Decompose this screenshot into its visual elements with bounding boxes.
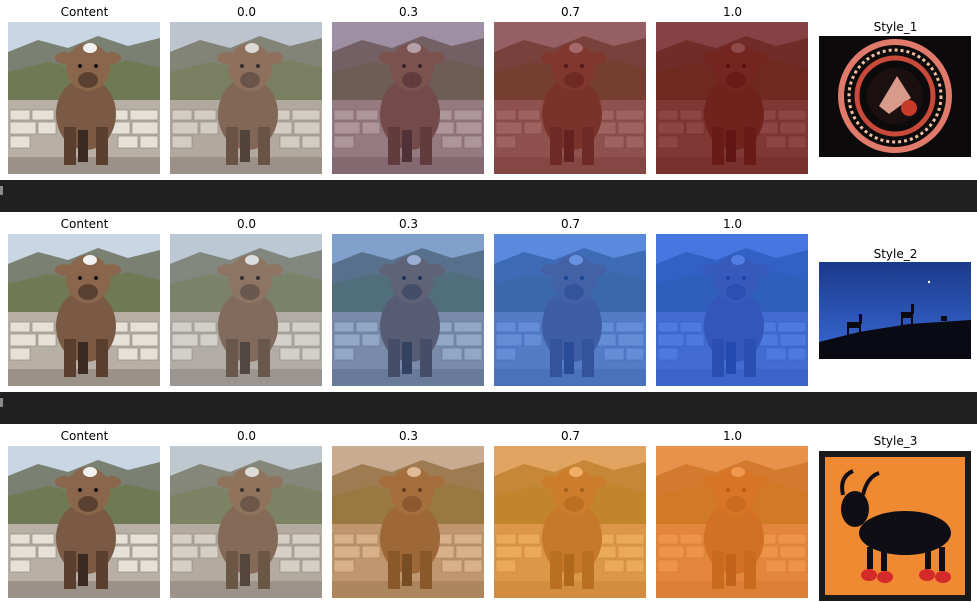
weight-label: 0.3 <box>398 429 419 443</box>
stylized-output-image <box>494 234 646 386</box>
deer-silhouette-night-icon <box>819 262 971 359</box>
content-label: Content <box>60 5 109 19</box>
content-label: Content <box>60 217 109 231</box>
weight-label: 0.7 <box>560 5 581 19</box>
stylized-output-image <box>494 446 646 598</box>
style-label: Style_1 <box>873 20 918 34</box>
style-label: Style_3 <box>873 434 918 448</box>
row-separator <box>0 180 977 212</box>
weight-label: 0.7 <box>560 217 581 231</box>
style-transfer-row-2: Content 0.0 0.3 0.7 1.0 Style_2 <box>0 212 977 392</box>
stylized-output-image <box>170 234 322 386</box>
style-transfer-row-3: Content 0.0 0.3 0.7 1.0 Style_3 <box>0 424 977 602</box>
stylized-output-image <box>656 22 808 174</box>
content-image <box>8 446 160 598</box>
stylized-output-image <box>170 446 322 598</box>
stylized-output-image <box>332 234 484 386</box>
weight-label: 0.3 <box>398 217 419 231</box>
style-transfer-row-1: Content 0.0 0.3 0.7 1.0 Style_1 <box>0 0 977 180</box>
weight-label: 0.0 <box>236 217 257 231</box>
content-image <box>8 22 160 174</box>
weight-label: 0.3 <box>398 5 419 19</box>
separator-tick <box>0 398 3 407</box>
weight-label: 1.0 <box>722 5 743 19</box>
mandala-painting-icon <box>819 36 971 157</box>
weight-label: 1.0 <box>722 217 743 231</box>
stylized-output-image <box>332 22 484 174</box>
stylized-output-image <box>170 22 322 174</box>
content-label: Content <box>60 429 109 443</box>
weight-label: 0.7 <box>560 429 581 443</box>
style-label: Style_2 <box>873 247 918 261</box>
stylized-output-image <box>494 22 646 174</box>
weight-label: 0.0 <box>236 5 257 19</box>
weight-label: 0.0 <box>236 429 257 443</box>
stylized-output-image <box>656 234 808 386</box>
separator-tick <box>0 186 3 195</box>
row-separator <box>0 392 977 424</box>
goat-folk-art-icon <box>819 451 971 601</box>
content-image <box>8 234 160 386</box>
stylized-output-image <box>656 446 808 598</box>
weight-label: 1.0 <box>722 429 743 443</box>
stylized-output-image <box>332 446 484 598</box>
